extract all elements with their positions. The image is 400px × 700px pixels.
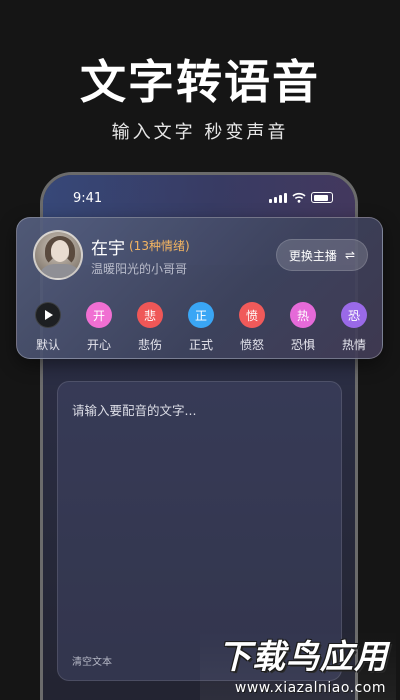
watermark-url: www.xiazalniao.com bbox=[234, 680, 386, 696]
emotion-label: 默认 bbox=[35, 338, 60, 352]
emotion-formal[interactable]: 正 正式 bbox=[180, 302, 222, 353]
emotion-count-tag: (13种情绪) bbox=[129, 239, 190, 253]
avatar[interactable] bbox=[33, 230, 83, 280]
status-time: 9:41 bbox=[73, 191, 103, 206]
swap-icon: ⇌ bbox=[344, 248, 355, 262]
wifi-icon bbox=[292, 192, 306, 203]
emotion-label: 开心 bbox=[86, 338, 111, 352]
battery-icon bbox=[311, 192, 333, 203]
play-icon bbox=[35, 302, 61, 328]
emotion-badge: 愤 bbox=[239, 302, 265, 328]
emotion-fear[interactable]: 热 恐惧 bbox=[282, 302, 324, 353]
emotion-label: 悲伤 bbox=[137, 338, 162, 352]
emotion-passion[interactable]: 恐 热情 bbox=[333, 302, 375, 353]
emotion-angry[interactable]: 愤 愤怒 bbox=[231, 302, 273, 353]
voice-description: 温暖阳光的小哥哥 bbox=[91, 262, 188, 276]
emotion-sad[interactable]: 悲 悲伤 bbox=[129, 302, 171, 353]
emotion-list: 默认 开 开心 悲 悲伤 正 正式 愤 愤怒 热 恐惧 恐 热情 bbox=[27, 302, 375, 353]
voice-name: 在宇 bbox=[91, 239, 125, 259]
emotion-badge: 热 bbox=[290, 302, 316, 328]
status-icons bbox=[269, 192, 333, 203]
emotion-badge: 恐 bbox=[341, 302, 367, 328]
switch-voice-label: 更换主播 bbox=[288, 248, 337, 263]
signal-icon bbox=[269, 192, 287, 203]
emotion-label: 恐惧 bbox=[290, 338, 315, 352]
clear-text-button[interactable]: 清空文本 bbox=[72, 653, 112, 668]
watermark-logo: 下载鸟应用 bbox=[218, 637, 388, 676]
watermark: 下载鸟应用 www.xiazalniao.com bbox=[200, 630, 396, 700]
emotion-default[interactable]: 默认 bbox=[27, 302, 69, 353]
emotion-label: 正式 bbox=[188, 338, 213, 352]
emotion-happy[interactable]: 开 开心 bbox=[78, 302, 120, 353]
emotion-badge: 悲 bbox=[137, 302, 163, 328]
emotion-badge: 开 bbox=[86, 302, 112, 328]
voice-selector-card: 在宇 (13种情绪) 温暖阳光的小哥哥 更换主播 ⇌ 默认 开 开心 悲 悲伤 … bbox=[16, 217, 383, 359]
hero-subtitle: 输入文字 秒变声音 bbox=[111, 122, 289, 143]
hero-title: 文字转语音 bbox=[80, 55, 320, 109]
emotion-badge: 正 bbox=[188, 302, 214, 328]
switch-voice-button[interactable]: 更换主播 ⇌ bbox=[275, 239, 368, 271]
emotion-label: 热情 bbox=[341, 338, 366, 352]
emotion-label: 愤怒 bbox=[239, 338, 264, 352]
text-input-placeholder: 请输入要配音的文字... bbox=[72, 403, 197, 418]
